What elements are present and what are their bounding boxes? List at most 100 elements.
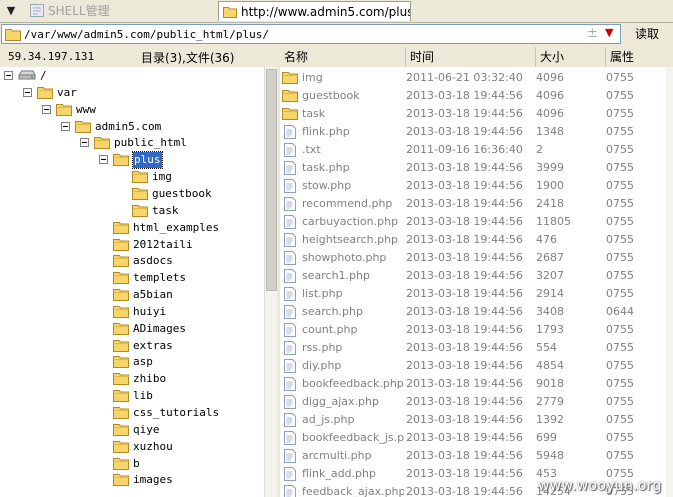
collapse-icon[interactable] <box>42 104 51 114</box>
file-name: list.php <box>302 287 343 300</box>
folder-icon <box>113 339 129 357</box>
file-row[interactable]: guestbook 2013-03-18 19:44:56 4096 0755 <box>280 87 666 105</box>
file-time: 2013-03-18 19:44:56 <box>406 161 523 174</box>
file-attr: 0755 <box>606 71 634 84</box>
tab-list-chevron-icon[interactable]: ▼ <box>2 2 20 20</box>
file-size: 5948 <box>536 449 564 462</box>
file-row[interactable]: diy.php 2013-03-18 19:44:56 4854 0755 <box>280 357 666 375</box>
file-row[interactable]: recommend.php 2013-03-18 19:44:56 2418 0755 <box>280 195 666 213</box>
file-attr: 0755 <box>606 359 634 372</box>
folder-icon <box>37 86 53 104</box>
file-name: digg_ajax.php <box>302 395 379 408</box>
tree-scrollbar[interactable] <box>264 67 278 497</box>
folder-icon <box>113 221 129 239</box>
file-attr: 0755 <box>606 215 634 228</box>
file-name: count.php <box>302 323 358 336</box>
file-row[interactable]: count.php 2013-03-18 19:44:56 1793 0755 <box>280 321 666 339</box>
file-row[interactable]: digg_ajax.php 2013-03-18 19:44:56 2779 0755 <box>280 393 666 411</box>
file-time: 2013-03-18 19:44:56 <box>406 269 523 282</box>
file-name: guestbook <box>302 89 360 102</box>
tree-item-label: huiyi <box>133 304 167 318</box>
status-bar: 59.34.197.131 目录(3),文件(36) <box>0 47 277 67</box>
file-row[interactable]: heightsearch.php 2013-03-18 19:44:56 476 07… <box>280 231 666 249</box>
file-size: 2 <box>536 143 543 156</box>
file-attr: 0755 <box>606 107 634 120</box>
file-row[interactable]: carbuyaction.php 2013-03-18 19:44:56 11805… <box>280 213 666 231</box>
file-row[interactable]: search.php 2013-03-18 19:44:56 3408 0644 <box>280 303 666 321</box>
tree-item-label: css_tutorials <box>133 406 220 419</box>
collapse-icon[interactable] <box>23 87 32 97</box>
file-time: 2013-03-18 19:44:56 <box>406 341 523 354</box>
path-input[interactable]: /var/www/admin5.com/public_html/plus/ ± … <box>1 24 621 44</box>
tree-item-label: / <box>40 69 47 82</box>
tree-item-label: public_html <box>114 136 187 150</box>
collapse-icon[interactable] <box>80 138 89 148</box>
file-name: stow.php <box>302 179 352 192</box>
file-row[interactable]: stow.php 2013-03-18 19:44:56 1900 0755 <box>280 177 666 195</box>
collapse-icon[interactable] <box>99 155 108 165</box>
column-attr-header[interactable]: 属性 <box>606 47 673 67</box>
file-row[interactable]: ad_js.php 2013-03-18 19:44:56 1392 0755 <box>280 411 666 429</box>
tree-item-label: 2012taili <box>133 237 193 251</box>
file-name: arcmulti.php <box>302 449 372 462</box>
file-size: 9018 <box>536 377 564 390</box>
dir-file-counts: 目录(3),文件(36) <box>141 51 235 65</box>
file-size: 1392 <box>536 413 564 426</box>
folder-icon <box>75 120 91 138</box>
file-time: 2013-03-18 19:44:56 <box>406 233 523 246</box>
plus-icon[interactable]: ± <box>587 26 598 41</box>
collapse-icon[interactable] <box>61 121 70 131</box>
file-list-scrollbar[interactable] <box>666 67 673 497</box>
file-size: 476 <box>536 233 557 246</box>
tree-item-label: images <box>133 473 173 487</box>
file-row[interactable]: search1.php 2013-03-18 19:44:56 3207 0755 <box>280 267 666 285</box>
file-attr: 0755 <box>606 323 634 336</box>
file-attr: 0644 <box>606 305 634 318</box>
file-size: 554 <box>536 341 557 354</box>
column-size-header[interactable]: 大小 <box>536 47 606 67</box>
file-row[interactable]: bookfeedback.php 2013-03-18 19:44:56 9018 0… <box>280 375 666 393</box>
file-time: 2013-03-18 19:44:56 <box>406 107 523 120</box>
file-name: img <box>302 71 323 84</box>
file-row[interactable]: task.php 2013-03-18 19:44:56 3999 0755 <box>280 159 666 177</box>
file-size: 11805 <box>536 215 571 228</box>
folder-icon <box>132 170 148 188</box>
file-icon <box>284 485 296 497</box>
tree-item-label: zhibo <box>133 372 167 386</box>
read-button[interactable]: 读取 <box>623 24 671 44</box>
file-row[interactable]: list.php 2013-03-18 19:44:56 2914 0755 <box>280 285 666 303</box>
file-row[interactable]: arcmulti.php 2013-03-18 19:44:56 5948 0755 <box>280 447 666 465</box>
file-attr: 0755 <box>606 431 634 444</box>
file-row[interactable]: showphoto.php 2013-03-18 19:44:56 2687 0755 <box>280 249 666 267</box>
file-size: 1900 <box>536 179 564 192</box>
column-time-header[interactable]: 时间 <box>406 47 536 67</box>
collapse-icon[interactable] <box>4 71 13 80</box>
chevron-down-icon[interactable]: ▼ <box>605 26 613 39</box>
file-list: img 2011-06-21 03:32:40 4096 0755 guestbook 2… <box>280 67 666 497</box>
tree-item-label: xuzhou <box>133 439 173 453</box>
file-row[interactable]: flink.php 2013-03-18 19:44:56 1348 0755 <box>280 123 666 141</box>
file-time: 2013-03-18 19:44:56 <box>406 215 523 228</box>
watermark: www.wooyun.org <box>538 478 662 494</box>
column-name-header[interactable]: 名称 <box>280 47 406 67</box>
tab-shell-manager[interactable]: SHELL管理 <box>26 1 216 21</box>
file-time: 2013-03-18 19:44:56 <box>406 485 523 497</box>
scrollbar-thumb[interactable] <box>266 69 277 291</box>
file-row[interactable]: bookfeedback_js.p... 2013-03-18 19:44:56 6… <box>280 429 666 447</box>
file-time: 2013-03-18 19:44:56 <box>406 251 523 264</box>
file-size: 1348 <box>536 125 564 138</box>
tree-item-label: html_examples <box>133 220 220 234</box>
file-row[interactable]: .txt 2011-09-16 16:36:40 2 0755 <box>280 141 666 159</box>
tab-file-manager[interactable]: http://www.admin5.com/plus/m... <box>218 1 411 21</box>
file-row[interactable]: img 2011-06-21 03:32:40 4096 0755 <box>280 69 666 87</box>
tree-item-label: asp <box>133 355 153 369</box>
file-row[interactable]: task 2013-03-18 19:44:56 4096 0755 <box>280 105 666 123</box>
file-attr: 0755 <box>606 143 634 156</box>
folder-icon <box>113 372 129 390</box>
file-name: diy.php <box>302 359 342 372</box>
file-row[interactable]: rss.php 2013-03-18 19:44:56 554 0755 <box>280 339 666 357</box>
tree-item-label: b <box>133 456 140 470</box>
file-name: search1.php <box>302 269 370 282</box>
address-bar: /var/www/admin5.com/public_html/plus/ ± … <box>0 23 673 46</box>
file-attr: 0755 <box>606 449 634 462</box>
